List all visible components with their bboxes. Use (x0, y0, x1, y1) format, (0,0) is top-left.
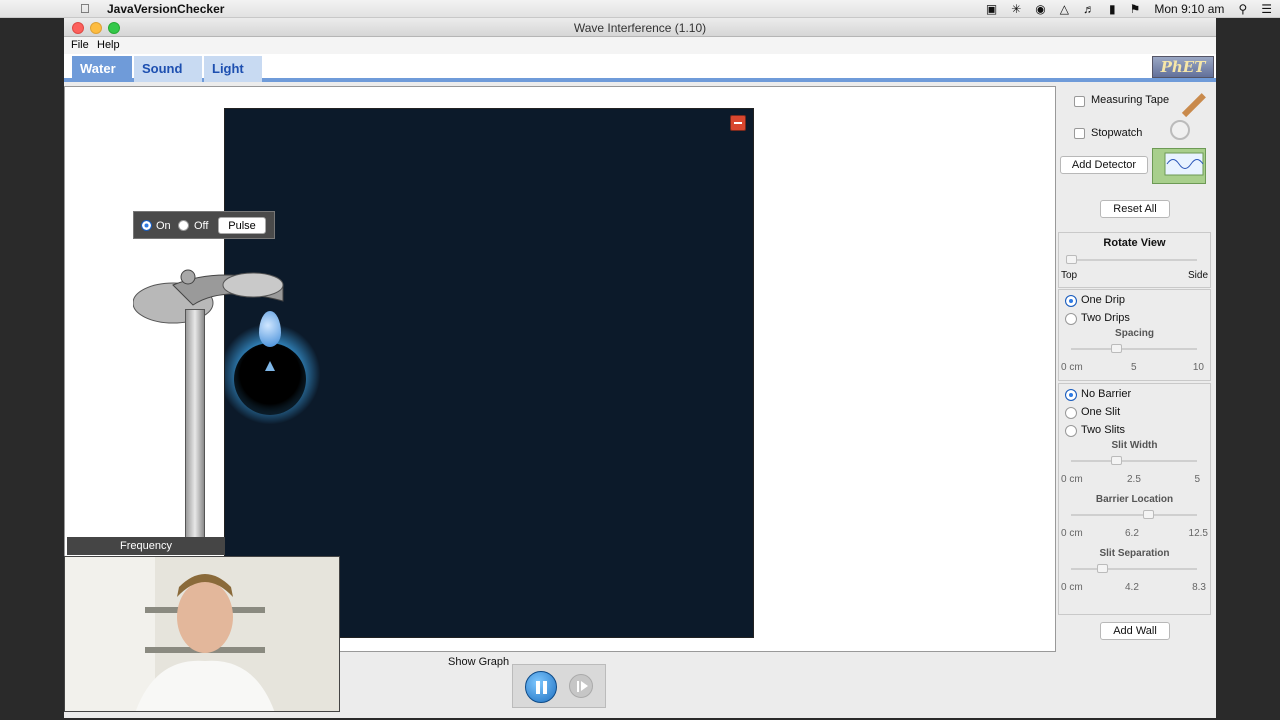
tab-water[interactable]: Water (72, 56, 132, 82)
playback-controls (512, 664, 606, 708)
pause-button[interactable] (525, 671, 557, 703)
tab-light[interactable]: Light (204, 56, 262, 82)
menu-help[interactable]: Help (97, 39, 120, 51)
barrier-panel: No Barrier One Slit Two Slits Slit Width… (1058, 383, 1211, 615)
spacing-max: 10 (1192, 362, 1204, 373)
menu-file[interactable]: File (71, 39, 89, 51)
slit-separation-track (1071, 568, 1197, 570)
two-slits-radio[interactable] (1065, 425, 1077, 437)
barrier-location-max: 12.5 (1188, 528, 1208, 539)
faucet-off-radio[interactable] (178, 220, 189, 231)
phet-logo[interactable]: PhET (1152, 56, 1214, 78)
stopwatch-checkbox[interactable] (1074, 128, 1085, 139)
step-button[interactable] (569, 674, 593, 698)
slit-width-slider[interactable] (1111, 456, 1122, 465)
app-menu: File Help (64, 37, 1216, 54)
rotate-view-slider[interactable] (1066, 255, 1077, 264)
rotate-view-title: Rotate View (1103, 237, 1166, 249)
webcam-overlay (64, 556, 340, 712)
pulse-button[interactable]: Pulse (218, 217, 266, 234)
screen-record-icon[interactable]: ▣ (986, 2, 997, 16)
frequency-label[interactable]: Frequency (67, 537, 225, 555)
rotate-view-min-label: Top (1061, 270, 1078, 281)
add-detector-button[interactable]: Add Detector (1060, 156, 1148, 174)
barrier-location-mid: 6.2 (1125, 528, 1139, 539)
wifi-icon[interactable]: ◉ (1035, 2, 1045, 16)
faucet-off-label: Off (194, 220, 209, 232)
slit-separation-min: 0 cm (1061, 582, 1083, 593)
control-panel: Measuring Tape Stopwatch Add Detector Re… (1056, 86, 1216, 718)
one-slit-label: One Slit (1081, 406, 1121, 418)
add-wall-button[interactable]: Add Wall (1100, 622, 1170, 640)
water-drop-icon (259, 311, 281, 347)
spacing-slider[interactable] (1111, 344, 1122, 353)
barrier-location-track (1071, 514, 1197, 516)
barrier-location-min: 0 cm (1061, 528, 1083, 539)
search-icon[interactable]: ⚲ (1238, 2, 1247, 16)
bluetooth-icon[interactable]: ✳ (1011, 2, 1021, 16)
measuring-tape-checkbox[interactable] (1074, 96, 1085, 107)
volume-icon[interactable]: ♬ (1083, 2, 1095, 16)
faucet-on-label: On (156, 220, 171, 232)
reset-all-button[interactable]: Reset All (1100, 200, 1170, 218)
drips-panel: One Drip Two Drips Spacing 0 cm 5 10 (1058, 289, 1211, 381)
rotate-view-max-label: Side (1187, 270, 1208, 281)
apple-icon[interactable]:  (80, 1, 90, 16)
barrier-location-title: Barrier Location (1095, 494, 1174, 505)
slit-separation-slider[interactable] (1097, 564, 1108, 573)
stopwatch-icon (1170, 120, 1190, 140)
rotate-view-track (1071, 259, 1197, 261)
stopwatch-label: Stopwatch (1091, 127, 1143, 139)
show-graph-button[interactable]: Show Graph (448, 656, 510, 668)
tab-sound[interactable]: Sound (134, 56, 202, 82)
one-drip-radio[interactable] (1065, 295, 1077, 307)
status-area: ▣ ✳ ◉ △ ♬ ▮ ⚑ Mon 9:10 am ⚲ ☰ (986, 2, 1272, 16)
menubar-app-name[interactable]: JavaVersionChecker (107, 2, 224, 16)
slit-width-min: 0 cm (1061, 474, 1083, 485)
rotate-view-panel: Rotate View Top Side (1058, 232, 1211, 288)
two-slits-label: Two Slits (1081, 424, 1126, 436)
menu-bar:  JavaVersionChecker ▣ ✳ ◉ △ ♬ ▮ ⚑ Mon 9… (0, 0, 1280, 18)
battery-icon[interactable]: ▮ (1109, 2, 1116, 16)
clock[interactable]: Mon 9:10 am (1154, 2, 1224, 16)
spacing-title: Spacing (1115, 328, 1154, 339)
slit-separation-title: Slit Separation (1099, 548, 1170, 559)
presenter-video (65, 557, 339, 711)
slit-width-track (1071, 460, 1197, 462)
measuring-tape-label: Measuring Tape (1091, 94, 1170, 106)
title-bar: Wave Interference (1.10) (64, 18, 1216, 37)
spacing-track (1071, 348, 1197, 350)
two-drips-label: Two Drips (1081, 312, 1130, 324)
one-slit-radio[interactable] (1065, 407, 1077, 419)
slit-width-max: 5 (1194, 474, 1200, 485)
slit-width-title: Slit Width (1111, 440, 1158, 451)
detector-icon (1152, 148, 1206, 184)
faucet-control: On Off Pulse (133, 211, 275, 239)
no-barrier-label: No Barrier (1081, 388, 1132, 400)
list-icon[interactable]: ☰ (1261, 2, 1272, 16)
airplay-icon[interactable]: △ (1060, 2, 1069, 16)
spacing-min: 0 cm (1061, 362, 1083, 373)
one-drip-label: One Drip (1081, 294, 1126, 306)
slit-separation-max: 8.3 (1192, 582, 1206, 593)
flag-icon[interactable]: ⚑ (1130, 2, 1141, 16)
window-title: Wave Interference (1.10) (573, 21, 707, 35)
no-barrier-radio[interactable] (1065, 389, 1077, 401)
slit-separation-mid: 4.2 (1125, 582, 1139, 593)
screen:  JavaVersionChecker ▣ ✳ ◉ △ ♬ ▮ ⚑ Mon 9… (0, 0, 1280, 720)
faucet-pipe (185, 309, 205, 547)
barrier-location-slider[interactable] (1143, 510, 1154, 519)
faucet-on-radio[interactable] (141, 220, 152, 231)
spacing-mid: 5 (1131, 362, 1137, 373)
slit-width-mid: 2.5 (1127, 474, 1141, 485)
two-drips-radio[interactable] (1065, 313, 1077, 325)
tab-bar: Water Sound Light PhET (64, 54, 1216, 82)
measuring-tape-icon (1181, 93, 1206, 118)
remove-wave-button[interactable] (730, 115, 746, 131)
